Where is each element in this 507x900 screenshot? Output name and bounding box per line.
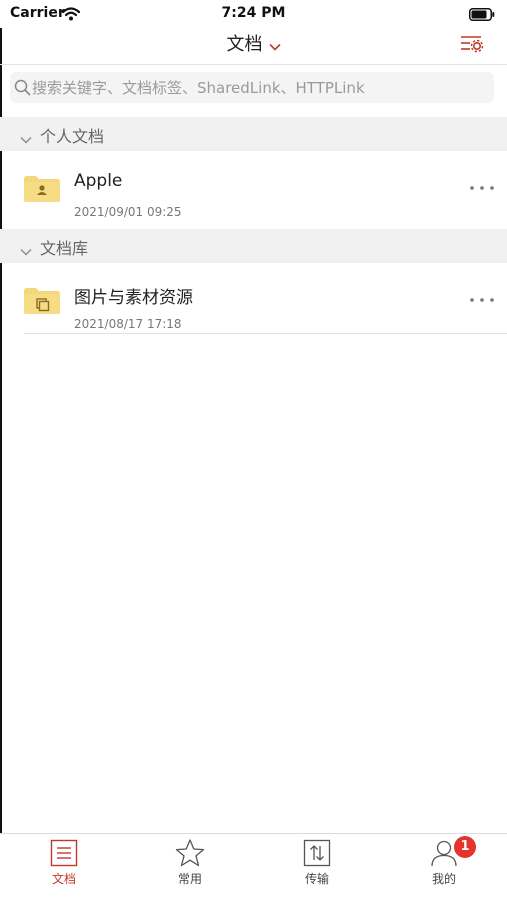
tab-label: 我的 bbox=[431, 872, 456, 886]
library-folder-icon bbox=[23, 287, 61, 319]
chevron-down-icon bbox=[20, 241, 32, 260]
tab-label: 传输 bbox=[304, 872, 329, 886]
search-input[interactable] bbox=[32, 72, 492, 103]
tab-profile[interactable]: 1 我的 bbox=[404, 836, 484, 892]
item-date: 2021/09/01 09:25 bbox=[74, 205, 182, 219]
chevron-down-icon bbox=[268, 35, 281, 56]
personal-folder-icon bbox=[23, 175, 61, 207]
tab-label: 常用 bbox=[177, 872, 202, 886]
section-label: 文档库 bbox=[40, 239, 89, 258]
nav-bar: 文档 bbox=[0, 28, 507, 65]
section-header-personal[interactable]: 个人文档 bbox=[0, 117, 507, 151]
search-box bbox=[10, 72, 494, 103]
search-icon bbox=[14, 79, 31, 100]
section-header-library[interactable]: 文档库 bbox=[0, 229, 507, 263]
filter-settings-icon[interactable] bbox=[459, 32, 485, 56]
notification-badge: 1 bbox=[454, 836, 476, 858]
transfer-icon bbox=[277, 838, 357, 868]
nav-title-dropdown[interactable]: 文档 bbox=[0, 30, 507, 56]
document-list-icon bbox=[24, 838, 104, 868]
battery-icon bbox=[469, 6, 495, 25]
item-name: Apple bbox=[74, 171, 123, 191]
tab-transfer[interactable]: 传输 bbox=[277, 838, 357, 892]
chevron-down-icon bbox=[20, 129, 32, 148]
item-name: 图片与素材资源 bbox=[74, 288, 193, 308]
item-date: 2021/08/17 17:18 bbox=[74, 317, 182, 331]
page-title: 文档 bbox=[226, 34, 263, 55]
list-divider bbox=[24, 333, 507, 334]
tab-bar: 文档 常用 传输 1 我的 bbox=[0, 833, 507, 900]
more-options-icon[interactable] bbox=[469, 179, 495, 191]
tab-documents[interactable]: 文档 bbox=[24, 838, 104, 892]
section-label: 个人文档 bbox=[40, 127, 105, 146]
list-item[interactable]: 图片与素材资源 2021/08/17 17:18 bbox=[0, 263, 507, 341]
status-time: 7:24 PM bbox=[221, 5, 286, 21]
tab-favorites[interactable]: 常用 bbox=[150, 838, 230, 892]
more-options-icon[interactable] bbox=[469, 291, 495, 303]
tab-label: 文档 bbox=[51, 872, 76, 886]
star-icon bbox=[150, 838, 230, 868]
list-item[interactable]: Apple 2021/09/01 09:25 bbox=[0, 151, 507, 229]
status-bar: Carrier 7:24 PM bbox=[0, 0, 507, 28]
